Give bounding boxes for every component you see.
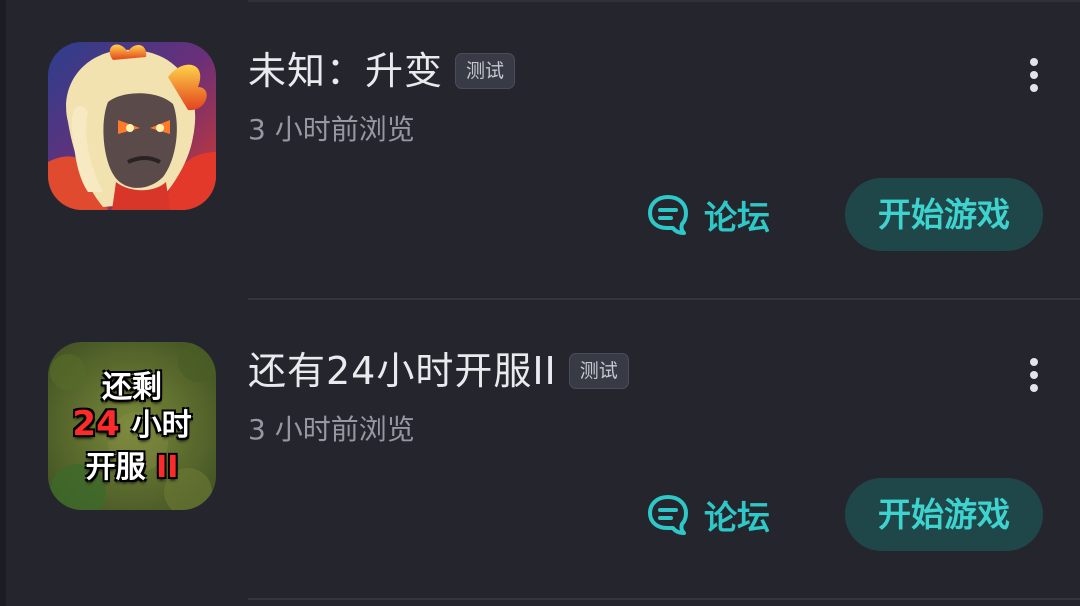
game-icon-unknown-ascension[interactable]: [48, 42, 216, 210]
game-title-row: 未知：升变 测试: [248, 46, 516, 96]
game-icon-24-hours[interactable]: 还剩 24 小时 开服 II: [48, 342, 216, 510]
forum-label: 论坛: [704, 198, 770, 237]
forum-button[interactable]: 论坛: [646, 190, 770, 240]
icon-text-hours: 小时: [131, 408, 192, 443]
test-tag: 测试: [568, 353, 629, 389]
start-game-button[interactable]: 开始游戏: [845, 178, 1043, 251]
icon-text-line3: 开服 II: [48, 442, 216, 486]
more-options-icon[interactable]: [1024, 58, 1046, 92]
icon-text-open: 开服: [85, 450, 146, 485]
last-viewed-text: 3 小时前浏览: [248, 413, 415, 446]
game-title[interactable]: 还有24小时开服II: [248, 346, 557, 396]
row-divider: [248, 598, 1080, 600]
forum-label: 论坛: [704, 498, 770, 537]
forum-button[interactable]: 论坛: [646, 490, 770, 540]
recent-games-screen: 未知：升变 测试 3 小时前浏览 论坛 开始游戏 还剩 24 小时 开服 II …: [0, 0, 1080, 606]
game-title-row: 还有24小时开服II 测试: [248, 346, 629, 396]
more-options-icon[interactable]: [1024, 358, 1046, 392]
last-viewed-text: 3 小时前浏览: [248, 113, 415, 146]
icon-text-line2: 24 小时: [48, 400, 216, 444]
test-tag: 测试: [455, 53, 516, 89]
icon-text-number: 24: [72, 404, 120, 444]
game-list-item[interactable]: 还剩 24 小时 开服 II 还有24小时开服II 测试 3 小时前浏览 论坛 …: [0, 300, 1080, 600]
forum-chat-icon: [648, 195, 688, 235]
start-game-button[interactable]: 开始游戏: [845, 478, 1043, 551]
game-title[interactable]: 未知：升变: [248, 46, 443, 96]
icon-text-suffix: II: [156, 450, 179, 485]
game-list-item[interactable]: 未知：升变 测试 3 小时前浏览 论坛 开始游戏: [0, 0, 1080, 300]
forum-chat-icon: [648, 495, 688, 535]
